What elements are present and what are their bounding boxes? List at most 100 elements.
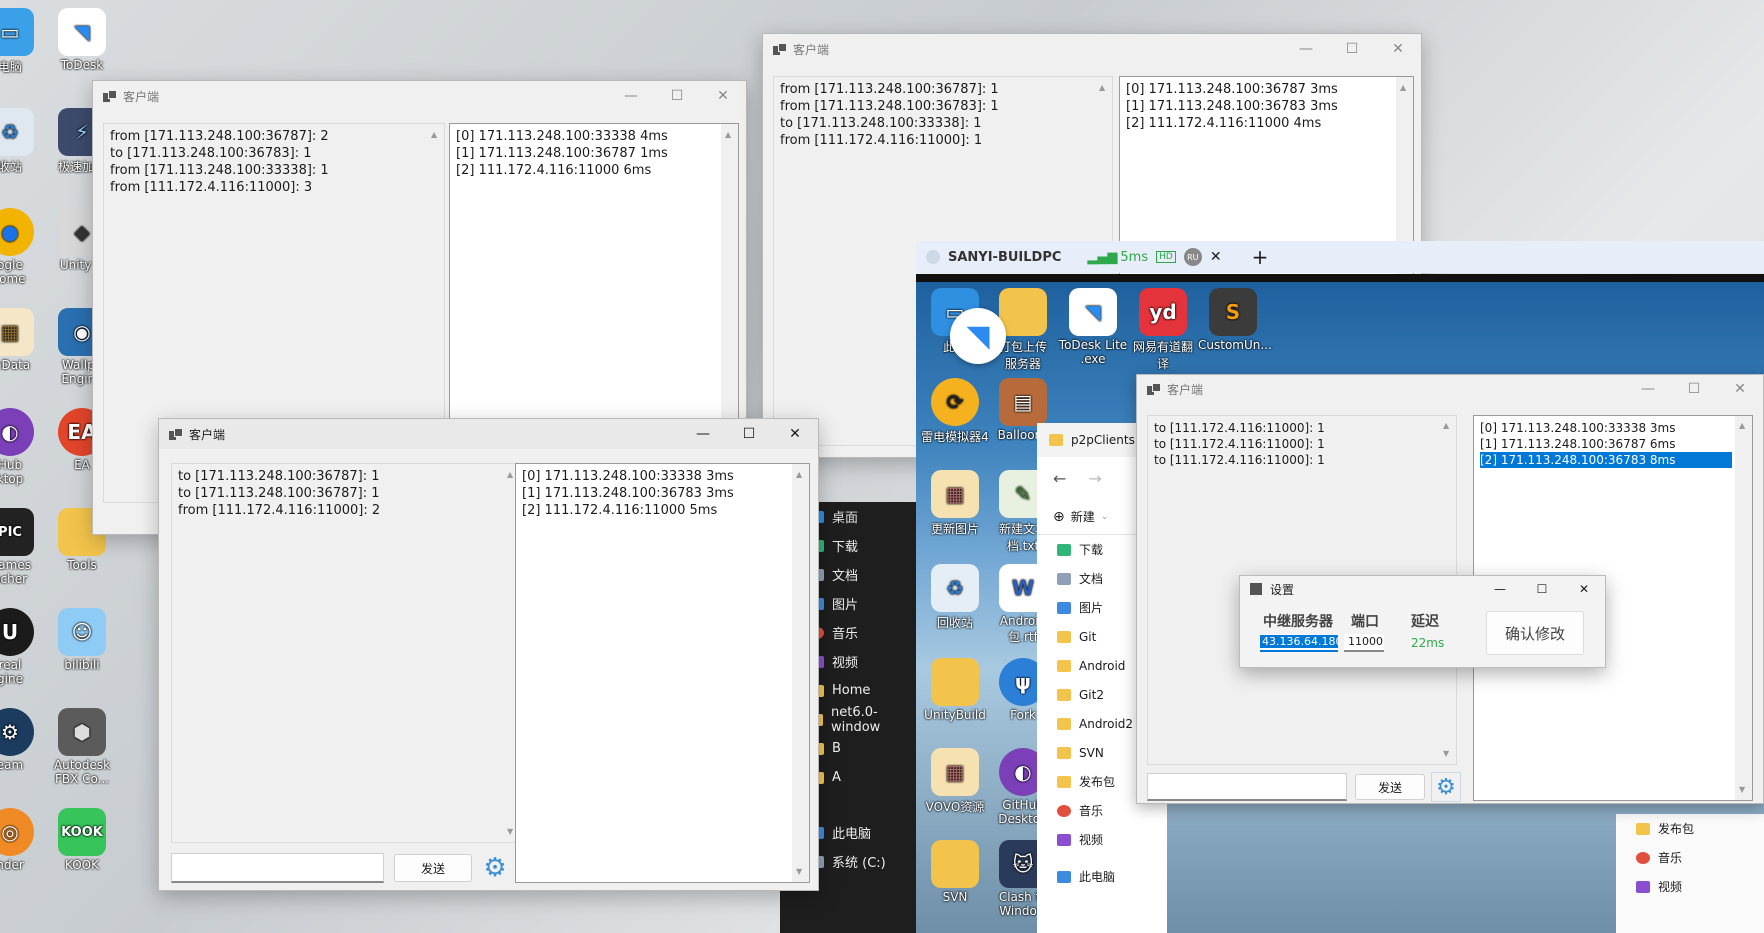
peer-item[interactable]: [2] 111.172.4.116:11000 6ms xyxy=(456,162,732,179)
maximize-icon[interactable]: ☐ xyxy=(1521,582,1563,596)
desktop-icon-computer[interactable]: ▭ 电脑 xyxy=(0,8,48,75)
desktop-icon-unreal[interactable]: Ureal gine xyxy=(0,608,48,686)
close-icon[interactable]: ✕ xyxy=(700,81,746,111)
desktop-icon-mdata[interactable]: ▦mData xyxy=(0,308,48,372)
minimize-icon[interactable]: — xyxy=(608,81,654,111)
peer-item[interactable]: [1] 171.113.248.100:36783 3ms xyxy=(522,485,803,502)
computer-icon xyxy=(1057,870,1071,883)
minimize-icon[interactable]: — xyxy=(1283,34,1329,64)
remote-ping: 5ms xyxy=(1120,249,1149,265)
peer-item[interactable]: [1] 171.113.248.100:36783 3ms xyxy=(1126,98,1407,115)
peer-item[interactable]: [0] 171.113.248.100:33338 4ms xyxy=(456,128,732,145)
balloons-icon: ▤ xyxy=(999,378,1047,426)
back-arrow-icon[interactable]: ← xyxy=(1053,469,1066,488)
port-input[interactable]: 11000 xyxy=(1344,634,1384,652)
message-input[interactable] xyxy=(1147,773,1347,801)
remote-icon-vovo[interactable]: ▦ VOVO资源 xyxy=(920,748,990,815)
desktop-icon-fbx[interactable]: ⬢ Autodesk FBX Co... xyxy=(44,708,120,786)
explorer-item[interactable]: 视频 xyxy=(1037,825,1167,854)
desktop-icon-bilibili[interactable]: ☺ bilibili xyxy=(44,608,120,672)
relay-server-input[interactable]: 43.136.64.180 xyxy=(1260,634,1338,652)
explorer-item[interactable]: 视频 xyxy=(1616,872,1764,901)
music-icon xyxy=(1057,804,1071,817)
close-icon[interactable]: ✕ xyxy=(1717,374,1763,404)
log-line: to [111.172.4.116:11000]: 1 xyxy=(1154,453,1325,467)
maximize-icon[interactable]: ☐ xyxy=(726,419,772,449)
peer-item[interactable]: [0] 171.113.248.100:33338 3ms xyxy=(1480,420,1746,436)
window-title: 客户端 xyxy=(123,89,160,104)
confirm-button[interactable]: 确认修改 xyxy=(1486,611,1584,655)
maximize-icon[interactable]: ☐ xyxy=(1329,34,1375,64)
folder-icon xyxy=(1057,746,1071,759)
folder-icon xyxy=(1049,434,1063,446)
log-line: from [171.113.248.100:36787]: 2 xyxy=(110,129,329,144)
settings-gear-icon[interactable]: ⚙ xyxy=(1431,772,1461,802)
send-button[interactable]: 发送 xyxy=(394,854,472,882)
close-tab-icon[interactable]: ✕ xyxy=(1210,249,1222,265)
peer-item[interactable]: [2] 111.172.4.116:11000 4ms xyxy=(1126,115,1407,132)
close-icon[interactable]: ✕ xyxy=(1375,34,1421,64)
desktop-icon-blender[interactable]: ◎ nder xyxy=(0,808,48,872)
todesk-floating-icon[interactable]: ◥ xyxy=(950,308,1006,364)
desktop-icon-recycle[interactable]: ♻ 收站 xyxy=(0,108,48,175)
scrollbar[interactable] xyxy=(1735,416,1752,800)
message-log[interactable]: to [171.113.248.100:36787]: 1 to [171.11… xyxy=(171,463,521,843)
recycle-bin-icon: ♻ xyxy=(0,108,34,156)
explorer-item-this-pc[interactable]: 此电脑 xyxy=(1037,862,1167,891)
peer-item[interactable]: [0] 171.113.248.100:33338 3ms xyxy=(522,468,803,485)
remote-icon-svn[interactable]: SVN xyxy=(920,840,990,904)
todesk-icon: ◥ xyxy=(1069,288,1117,336)
folder-icon xyxy=(1057,659,1071,672)
music-icon xyxy=(1636,851,1650,864)
minimize-icon[interactable]: — xyxy=(680,419,726,449)
minimize-icon[interactable]: — xyxy=(1479,582,1521,596)
remote-icon-recycle[interactable]: ♻ 回收站 xyxy=(920,564,990,631)
folder-icon xyxy=(1057,630,1071,643)
remote-icon-ldplayer[interactable]: ⟳ 雷电模拟器4 xyxy=(920,378,990,445)
folder-icon xyxy=(1057,688,1071,701)
video-icon xyxy=(1636,880,1650,893)
desktop-icon-chrome[interactable]: ●ogle rome xyxy=(0,208,48,286)
forward-arrow-icon[interactable]: → xyxy=(1088,469,1101,488)
peer-item-selected[interactable]: [2] 171.113.248.100:36783 8ms xyxy=(1480,452,1732,468)
peer-item[interactable]: [1] 171.113.248.100:36787 1ms xyxy=(456,145,732,162)
unreal-engine-icon: U xyxy=(0,608,34,656)
send-button[interactable]: 发送 xyxy=(1355,774,1425,800)
desktop-icon-epic[interactable]: PICGames ncher xyxy=(0,508,48,586)
log-line: to [171.113.248.100:36787]: 1 xyxy=(178,486,380,501)
remote-top-strip xyxy=(916,274,1764,282)
steam-icon: ⚙ xyxy=(0,708,34,756)
remote-icon-update-images[interactable]: ▦ 更新图片 xyxy=(920,470,990,537)
maximize-icon[interactable]: ☐ xyxy=(654,81,700,111)
maximize-icon[interactable]: ☐ xyxy=(1671,374,1717,404)
peer-item[interactable]: [2] 111.172.4.116:11000 5ms xyxy=(522,502,803,519)
folder-icon xyxy=(931,840,979,888)
peer-list[interactable]: [0] 171.113.248.100:33338 3ms [1] 171.11… xyxy=(515,463,810,883)
minimize-icon[interactable]: — xyxy=(1625,374,1671,404)
remote-icon-todesk[interactable]: ◥ ToDesk Lite .exe xyxy=(1058,288,1128,366)
log-line: from [111.172.4.116:11000]: 2 xyxy=(178,503,381,518)
ldplayer-icon: ⟳ xyxy=(931,378,979,426)
explorer-item[interactable]: 音乐 xyxy=(1616,843,1764,872)
document-icon xyxy=(1057,572,1071,585)
remote-icon-youdao[interactable]: yd 网易有道翻译 xyxy=(1128,288,1198,372)
video-icon xyxy=(1057,833,1071,846)
desktop-icon-github[interactable]: ◐ Hub ktop xyxy=(0,408,48,486)
remote-icon-unitybuild[interactable]: UnityBuild xyxy=(920,658,990,722)
close-icon[interactable]: ✕ xyxy=(1563,582,1605,596)
settings-gear-icon[interactable]: ⚙ xyxy=(479,852,511,884)
scrollbar[interactable] xyxy=(792,464,809,882)
new-tab-icon[interactable]: + xyxy=(1252,245,1269,269)
desktop-icon-kook[interactable]: KOOK KOOK xyxy=(44,808,120,872)
desktop-icon-steam[interactable]: ⚙ eam xyxy=(0,708,48,772)
close-icon[interactable]: ✕ xyxy=(772,419,818,449)
peer-item[interactable]: [0] 171.113.248.100:36787 3ms xyxy=(1126,81,1407,98)
message-input[interactable] xyxy=(171,853,384,883)
remote-icon-customun[interactable]: S CustomUn... xyxy=(1198,288,1272,352)
desktop-icon-todesk[interactable]: ◥ ToDesk xyxy=(44,8,120,72)
folder-icon: ▦ xyxy=(931,748,979,796)
peer-item[interactable]: [1] 171.113.248.100:36787 6ms xyxy=(1480,436,1746,452)
remote-avatar-icon xyxy=(926,250,940,264)
explorer-item[interactable]: 发布包 xyxy=(1616,814,1764,843)
bilibili-icon: ☺ xyxy=(58,608,106,656)
